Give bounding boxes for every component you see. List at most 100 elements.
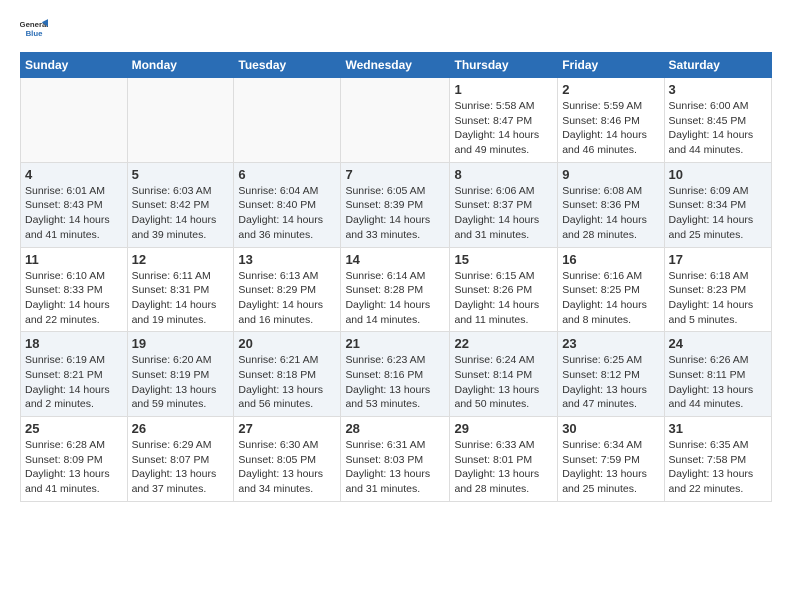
header: General Blue [20, 16, 772, 44]
calendar-cell: 1 Sunrise: 5:58 AM Sunset: 8:47 PM Daylig… [450, 78, 558, 163]
weekday-header-thursday: Thursday [450, 53, 558, 78]
day-number: 1 [454, 82, 553, 97]
cell-content: Sunrise: 6:33 AM Sunset: 8:01 PM Dayligh… [454, 438, 553, 497]
day-number: 18 [25, 336, 123, 351]
calendar-cell: 7 Sunrise: 6:05 AM Sunset: 8:39 PM Daylig… [341, 162, 450, 247]
day-number: 14 [345, 252, 445, 267]
weekday-header-sunday: Sunday [21, 53, 128, 78]
week-row-4: 18 Sunrise: 6:19 AM Sunset: 8:21 PM Dayli… [21, 332, 772, 417]
cell-content: Sunrise: 6:25 AM Sunset: 8:12 PM Dayligh… [562, 353, 659, 412]
cell-content: Sunrise: 6:13 AM Sunset: 8:29 PM Dayligh… [238, 269, 336, 328]
week-row-1: 1 Sunrise: 5:58 AM Sunset: 8:47 PM Daylig… [21, 78, 772, 163]
cell-content: Sunrise: 6:06 AM Sunset: 8:37 PM Dayligh… [454, 184, 553, 243]
calendar-cell: 29 Sunrise: 6:33 AM Sunset: 8:01 PM Dayli… [450, 417, 558, 502]
day-number: 5 [132, 167, 230, 182]
cell-content: Sunrise: 6:18 AM Sunset: 8:23 PM Dayligh… [669, 269, 767, 328]
day-number: 2 [562, 82, 659, 97]
cell-content: Sunrise: 6:15 AM Sunset: 8:26 PM Dayligh… [454, 269, 553, 328]
calendar-cell: 28 Sunrise: 6:31 AM Sunset: 8:03 PM Dayli… [341, 417, 450, 502]
week-row-3: 11 Sunrise: 6:10 AM Sunset: 8:33 PM Dayli… [21, 247, 772, 332]
day-number: 31 [669, 421, 767, 436]
day-number: 11 [25, 252, 123, 267]
day-number: 24 [669, 336, 767, 351]
cell-content: Sunrise: 6:09 AM Sunset: 8:34 PM Dayligh… [669, 184, 767, 243]
calendar-cell: 10 Sunrise: 6:09 AM Sunset: 8:34 PM Dayli… [664, 162, 771, 247]
weekday-header-row: SundayMondayTuesdayWednesdayThursdayFrid… [21, 53, 772, 78]
calendar-cell: 14 Sunrise: 6:14 AM Sunset: 8:28 PM Dayli… [341, 247, 450, 332]
calendar-cell [341, 78, 450, 163]
day-number: 26 [132, 421, 230, 436]
cell-content: Sunrise: 6:08 AM Sunset: 8:36 PM Dayligh… [562, 184, 659, 243]
day-number: 20 [238, 336, 336, 351]
day-number: 9 [562, 167, 659, 182]
day-number: 8 [454, 167, 553, 182]
calendar-cell: 12 Sunrise: 6:11 AM Sunset: 8:31 PM Dayli… [127, 247, 234, 332]
cell-content: Sunrise: 5:59 AM Sunset: 8:46 PM Dayligh… [562, 99, 659, 158]
calendar-cell: 17Sunrise: 6:18 AM Sunset: 8:23 PM Dayli… [664, 247, 771, 332]
svg-text:Blue: Blue [26, 29, 44, 38]
cell-content: Sunrise: 5:58 AM Sunset: 8:47 PM Dayligh… [454, 99, 553, 158]
day-number: 27 [238, 421, 336, 436]
calendar-cell: 3 Sunrise: 6:00 AM Sunset: 8:45 PM Daylig… [664, 78, 771, 163]
calendar-cell: 2 Sunrise: 5:59 AM Sunset: 8:46 PM Daylig… [558, 78, 664, 163]
week-row-2: 4Sunrise: 6:01 AM Sunset: 8:43 PM Daylig… [21, 162, 772, 247]
cell-content: Sunrise: 6:29 AM Sunset: 8:07 PM Dayligh… [132, 438, 230, 497]
cell-content: Sunrise: 6:11 AM Sunset: 8:31 PM Dayligh… [132, 269, 230, 328]
calendar-cell: 26 Sunrise: 6:29 AM Sunset: 8:07 PM Dayli… [127, 417, 234, 502]
calendar-cell: 22 Sunrise: 6:24 AM Sunset: 8:14 PM Dayli… [450, 332, 558, 417]
calendar-cell: 16 Sunrise: 6:16 AM Sunset: 8:25 PM Dayli… [558, 247, 664, 332]
weekday-header-tuesday: Tuesday [234, 53, 341, 78]
cell-content: Sunrise: 6:19 AM Sunset: 8:21 PM Dayligh… [25, 353, 123, 412]
day-number: 16 [562, 252, 659, 267]
day-number: 15 [454, 252, 553, 267]
cell-content: Sunrise: 6:21 AM Sunset: 8:18 PM Dayligh… [238, 353, 336, 412]
week-row-5: 25Sunrise: 6:28 AM Sunset: 8:09 PM Dayli… [21, 417, 772, 502]
calendar-cell: 23 Sunrise: 6:25 AM Sunset: 8:12 PM Dayli… [558, 332, 664, 417]
calendar-cell: 8 Sunrise: 6:06 AM Sunset: 8:37 PM Daylig… [450, 162, 558, 247]
cell-content: Sunrise: 6:35 AM Sunset: 7:58 PM Dayligh… [669, 438, 767, 497]
calendar-cell: 30Sunrise: 6:34 AM Sunset: 7:59 PM Dayli… [558, 417, 664, 502]
day-number: 12 [132, 252, 230, 267]
cell-content: Sunrise: 6:31 AM Sunset: 8:03 PM Dayligh… [345, 438, 445, 497]
day-number: 23 [562, 336, 659, 351]
day-number: 28 [345, 421, 445, 436]
calendar-cell: 18 Sunrise: 6:19 AM Sunset: 8:21 PM Dayli… [21, 332, 128, 417]
day-number: 21 [345, 336, 445, 351]
calendar-cell: 25Sunrise: 6:28 AM Sunset: 8:09 PM Dayli… [21, 417, 128, 502]
cell-content: Sunrise: 6:20 AM Sunset: 8:19 PM Dayligh… [132, 353, 230, 412]
logo-icon: General Blue [20, 16, 48, 44]
cell-content: Sunrise: 6:16 AM Sunset: 8:25 PM Dayligh… [562, 269, 659, 328]
cell-content: Sunrise: 6:23 AM Sunset: 8:16 PM Dayligh… [345, 353, 445, 412]
calendar-cell: 11 Sunrise: 6:10 AM Sunset: 8:33 PM Dayli… [21, 247, 128, 332]
calendar-cell [127, 78, 234, 163]
cell-content: Sunrise: 6:01 AM Sunset: 8:43 PM Dayligh… [25, 184, 123, 243]
day-number: 10 [669, 167, 767, 182]
weekday-header-saturday: Saturday [664, 53, 771, 78]
calendar-cell: 31 Sunrise: 6:35 AM Sunset: 7:58 PM Dayli… [664, 417, 771, 502]
cell-content: Sunrise: 6:10 AM Sunset: 8:33 PM Dayligh… [25, 269, 123, 328]
logo: General Blue [20, 16, 48, 44]
calendar-cell: 5 Sunrise: 6:03 AM Sunset: 8:42 PM Daylig… [127, 162, 234, 247]
weekday-header-friday: Friday [558, 53, 664, 78]
weekday-header-monday: Monday [127, 53, 234, 78]
cell-content: Sunrise: 6:05 AM Sunset: 8:39 PM Dayligh… [345, 184, 445, 243]
calendar-cell: 24Sunrise: 6:26 AM Sunset: 8:11 PM Dayli… [664, 332, 771, 417]
cell-content: Sunrise: 6:03 AM Sunset: 8:42 PM Dayligh… [132, 184, 230, 243]
day-number: 6 [238, 167, 336, 182]
day-number: 22 [454, 336, 553, 351]
calendar-table: SundayMondayTuesdayWednesdayThursdayFrid… [20, 52, 772, 502]
day-number: 30 [562, 421, 659, 436]
cell-content: Sunrise: 6:00 AM Sunset: 8:45 PM Dayligh… [669, 99, 767, 158]
day-number: 7 [345, 167, 445, 182]
cell-content: Sunrise: 6:24 AM Sunset: 8:14 PM Dayligh… [454, 353, 553, 412]
day-number: 29 [454, 421, 553, 436]
calendar-cell: 15 Sunrise: 6:15 AM Sunset: 8:26 PM Dayli… [450, 247, 558, 332]
calendar-cell: 27Sunrise: 6:30 AM Sunset: 8:05 PM Dayli… [234, 417, 341, 502]
calendar-cell: 6 Sunrise: 6:04 AM Sunset: 8:40 PM Daylig… [234, 162, 341, 247]
cell-content: Sunrise: 6:04 AM Sunset: 8:40 PM Dayligh… [238, 184, 336, 243]
day-number: 3 [669, 82, 767, 97]
calendar-cell: 13Sunrise: 6:13 AM Sunset: 8:29 PM Dayli… [234, 247, 341, 332]
page: General Blue SundayMondayTuesdayWednesda… [0, 0, 792, 514]
calendar-cell: 19Sunrise: 6:20 AM Sunset: 8:19 PM Dayli… [127, 332, 234, 417]
cell-content: Sunrise: 6:14 AM Sunset: 8:28 PM Dayligh… [345, 269, 445, 328]
